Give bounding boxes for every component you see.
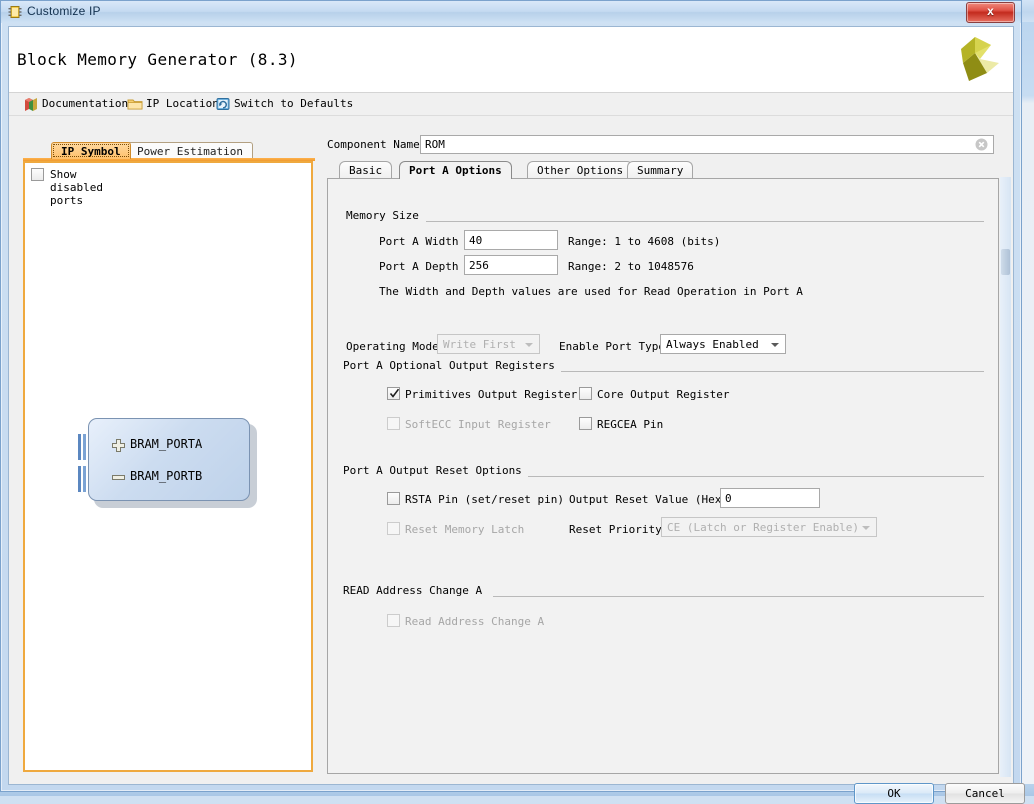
cancel-button[interactable]: Cancel	[945, 783, 1025, 804]
ok-button-label: OK	[887, 787, 901, 800]
plus-expander-icon[interactable]	[112, 439, 125, 452]
tab-summary[interactable]: Summary	[627, 161, 694, 179]
chevron-down-icon	[771, 343, 779, 347]
port-a-depth-input[interactable]	[464, 255, 558, 275]
core-output-register-label: Core Output Register	[597, 388, 730, 401]
read-address-change-title: READ Address Change A	[343, 584, 489, 597]
xilinx-logo-icon	[947, 33, 1003, 87]
refresh-icon	[215, 96, 231, 112]
port-a-width-label: Port A Width	[379, 235, 459, 248]
primitives-output-register-checkbox[interactable]	[387, 387, 400, 400]
dialog-body: Block Memory Generator (8.3) Documentati…	[8, 26, 1014, 785]
tab-other-options[interactable]: Other Options	[527, 161, 634, 179]
component-name-input[interactable]	[420, 135, 994, 154]
check-icon	[389, 387, 400, 400]
clear-icon[interactable]	[975, 138, 988, 151]
optional-output-registers-divider	[547, 371, 984, 372]
regcea-pin-label: REGCEA Pin	[597, 418, 664, 431]
memory-size-title: Memory Size	[346, 209, 425, 222]
vertical-scrollbar[interactable]	[1000, 177, 1011, 777]
tab-power-estimation[interactable]: Power Estimation	[127, 142, 253, 159]
bram-portb-label: BRAM_PORTB	[130, 469, 203, 483]
symbol-tabstrip: IP Symbol Power Estimation	[23, 142, 315, 161]
page-title: Block Memory Generator (8.3)	[17, 50, 298, 69]
tab-power-estimation-label: Power Estimation	[137, 145, 243, 158]
switch-to-defaults-label: Switch to Defaults	[234, 97, 354, 110]
reset-memory-latch-checkbox	[387, 522, 400, 535]
reset-priority-value: CE (Latch or Register Enable)	[667, 521, 860, 534]
operating-mode-label: Operating Mode	[346, 340, 439, 353]
dialog-toolbar: Documentation IP Location Switch to Defa…	[9, 93, 1013, 116]
memory-size-divider	[426, 221, 984, 222]
tab-summary-label: Summary	[637, 164, 684, 177]
enable-port-type-combo[interactable]: Always Enabled	[660, 334, 786, 354]
product-header: Block Memory Generator (8.3)	[9, 27, 1013, 93]
reset-memory-latch-label: Reset Memory Latch	[405, 523, 525, 536]
read-address-change-checkbox	[387, 614, 400, 627]
show-disabled-ports-label: Show disabled ports	[50, 168, 103, 207]
chevron-down-icon	[862, 526, 870, 530]
ip-symbol-panel: IP Symbol Power Estimation Show disabled…	[23, 142, 315, 774]
minus-expander-icon[interactable]	[112, 471, 125, 484]
softecc-input-register-label: SoftECC Input Register	[405, 418, 551, 431]
dialog-titlebar: Customize IP x	[1, 1, 1021, 23]
ok-button[interactable]: OK	[854, 783, 934, 804]
primitives-output-register-label: Primitives Output Register	[405, 388, 578, 401]
chevron-down-icon	[525, 343, 533, 347]
rsta-pin-label: RSTA Pin (set/reset pin)	[405, 493, 564, 506]
tab-basic[interactable]: Basic	[339, 161, 393, 179]
scrollbar-thumb[interactable]	[1001, 249, 1010, 275]
book-icon	[23, 96, 39, 112]
output-reset-options-title: Port A Output Reset Options	[343, 464, 528, 477]
component-name-row: Component Name	[327, 135, 999, 155]
options-panel: Component Name Basic Port A Options	[327, 135, 999, 774]
enable-port-type-label: Enable Port Type	[559, 340, 665, 353]
output-reset-value-label: Output Reset Value (Hex)	[569, 493, 728, 506]
port-b-bus-bars	[78, 466, 90, 492]
customize-ip-dialog: Customize IP x Block Memory Generator (8…	[0, 0, 1025, 804]
rsta-pin-checkbox[interactable]	[387, 492, 400, 505]
ip-location-label: IP Location	[146, 97, 219, 110]
enable-port-type-value: Always Enabled	[666, 338, 759, 351]
reset-priority-label: Reset Priority	[569, 523, 662, 536]
optional-output-registers-title: Port A Optional Output Registers	[343, 359, 561, 372]
symbol-canvas: Show disabled ports BRAM_PORTA BRAM_PORT…	[23, 161, 313, 772]
port-a-width-range: Range: 1 to 4608 (bits)	[568, 235, 721, 248]
port-a-depth-range: Range: 2 to 1048576	[568, 260, 694, 273]
tab-ip-symbol-label: IP Symbol	[61, 145, 121, 158]
port-a-width-input[interactable]	[464, 230, 558, 250]
tab-other-options-label: Other Options	[537, 164, 624, 177]
tab-port-a-options[interactable]: Port A Options	[399, 161, 512, 179]
tab-port-a-options-label: Port A Options	[409, 164, 502, 177]
tab-basic-label: Basic	[349, 164, 383, 177]
output-reset-options-divider	[528, 476, 984, 477]
operating-mode-value: Write First	[443, 338, 516, 351]
component-name-label: Component Name	[327, 138, 420, 151]
memory-size-note: The Width and Depth values are used for …	[379, 285, 803, 298]
port-a-depth-label: Port A Depth	[379, 260, 459, 273]
tab-ip-symbol[interactable]: IP Symbol	[51, 142, 131, 159]
close-icon: x	[987, 4, 994, 18]
read-address-change-label: Read Address Change A	[405, 615, 545, 628]
port-a-options-content: Memory Size Port A Width Range: 1 to 460…	[327, 179, 999, 774]
read-address-change-divider	[493, 596, 984, 597]
core-output-register-checkbox[interactable]	[579, 387, 592, 400]
cancel-button-label: Cancel	[965, 787, 1005, 800]
close-button[interactable]: x	[966, 2, 1015, 23]
options-tabstrip: Basic Port A Options Other Options Summa…	[339, 161, 999, 179]
port-a-bus-bars	[78, 434, 90, 460]
folder-icon	[127, 96, 143, 112]
regcea-pin-checkbox[interactable]	[579, 417, 592, 430]
bram-porta-label: BRAM_PORTA	[130, 437, 203, 451]
reset-priority-combo: CE (Latch or Register Enable)	[661, 517, 877, 537]
operating-mode-combo[interactable]: Write First	[437, 334, 540, 354]
documentation-label: Documentation	[42, 97, 129, 110]
softecc-input-register-checkbox	[387, 417, 400, 430]
bram-symbol-body	[88, 418, 250, 501]
output-reset-value-input[interactable]	[720, 488, 820, 508]
bram-symbol: BRAM_PORTA BRAM_PORTB	[78, 418, 263, 508]
ip-core-icon	[8, 5, 22, 19]
dialog-title: Customize IP	[27, 4, 101, 18]
show-disabled-ports-checkbox[interactable]	[31, 168, 44, 181]
